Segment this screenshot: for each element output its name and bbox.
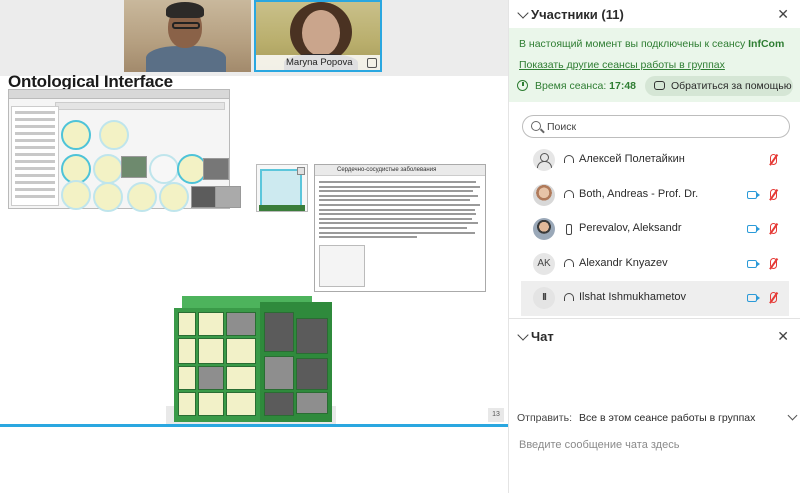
avatar [533,183,555,206]
slide-document-window: Сердечно-сосудистые заболевания [314,164,486,292]
chevron-down-icon[interactable] [517,7,529,19]
participant-row[interactable]: II Ilshat Ishmukhametov [521,281,789,316]
camera-icon[interactable] [747,190,760,199]
chat-bubble-icon [654,81,665,90]
participant-name: Alexandr Knyazev [579,256,668,269]
video-strip: Maryna Popova [0,0,508,76]
headset-icon [564,155,574,163]
headset-icon [564,189,574,198]
participant-row[interactable]: AK Alexandr Knyazev [521,247,789,282]
participant-search[interactable] [522,115,790,138]
app-root: Maryna Popova Ontological Interface Серд… [0,0,800,493]
send-to-selector[interactable]: Отправить: Все в этом сеансе работы в гр… [509,408,800,428]
participant-row[interactable]: Алексей Полетайкин [521,143,789,178]
headset-icon [564,293,574,301]
slide-progress-bar [0,424,508,427]
slide-image-window [256,164,308,212]
mic-muted-icon[interactable] [770,223,777,234]
search-icon [531,121,541,131]
participant-row[interactable]: Both, Andreas - Prof. Dr. [521,178,789,213]
participant-list: Алексей Полетайкин Both, Andreas - Prof.… [521,143,789,316]
session-name: InfCom [748,38,785,50]
slide-doc-heading: Сердечно-сосудистые заболевания [315,165,485,176]
slide-ontology-window [8,89,241,212]
slide-3d-cube [166,296,336,424]
chevron-down-icon[interactable] [517,329,529,341]
close-chat-icon[interactable]: ✕ [777,328,789,345]
get-help-button[interactable]: Обратиться за помощью [645,76,793,96]
slide-page-number: 13 [488,408,504,422]
session-time-value: 17:48 [609,80,637,92]
avatar-initials: II [533,287,555,309]
camera-icon[interactable] [747,294,760,302]
chat-header[interactable]: Чат ✕ [509,322,800,352]
show-other-sessions-link[interactable]: Показать другие сеансы работы в группах [519,59,725,71]
headset-icon [564,258,574,267]
person-icon [533,149,555,171]
chevron-down-icon[interactable] [787,410,798,421]
slide-map-thumbnail [319,245,365,287]
participants-header[interactable]: Участники (11) ✕ [509,0,800,30]
session-connected-text: В настоящий момент вы подключены к сеанс… [519,38,785,50]
section-divider [509,318,800,319]
send-to-label: Отправить: [517,412,572,424]
phone-icon [566,224,572,235]
slide-close-icon [297,167,305,175]
chat-message-input[interactable] [519,434,793,456]
slide-tree-panel [11,106,59,206]
camera-icon[interactable] [747,225,760,233]
send-to-value: Все в этом сеансе работы в группах [579,412,756,424]
mic-muted-icon[interactable] [770,292,777,303]
chat-title: Чат [531,329,554,344]
participants-title: Участники (11) [531,7,624,22]
video-tile-2[interactable]: Maryna Popova [254,0,382,72]
search-input[interactable] [547,118,777,135]
participant-name: Ilshat Ishmukhametov [579,291,686,303]
participant-name: Both, Andreas - Prof. Dr. [579,187,699,200]
video-tile-name: Maryna Popova [256,55,380,70]
get-help-label: Обратиться за помощью [671,80,792,92]
presentation-stage: Maryna Popova Ontological Interface Серд… [0,0,508,493]
mic-muted-icon[interactable] [770,257,777,269]
participant-name: Perevalov, Aleksandr [579,222,682,234]
mic-muted-icon[interactable] [770,188,777,200]
mic-muted-icon[interactable] [770,154,777,165]
camera-icon[interactable] [747,259,760,268]
close-participants-icon[interactable]: ✕ [777,6,789,23]
avatar [533,218,555,240]
pin-video-icon[interactable] [367,58,377,68]
participant-row[interactable]: Perevalov, Aleksandr [521,212,789,247]
video-tile-1[interactable] [124,0,251,72]
clock-icon [517,80,528,91]
session-time: Время сеанса: 17:48 [535,80,637,92]
participant-name: Алексей Полетайкин [579,153,685,165]
avatar-initials: AK [533,252,555,275]
side-panel: Участники (11) ✕ В настоящий момент вы п… [508,0,800,493]
